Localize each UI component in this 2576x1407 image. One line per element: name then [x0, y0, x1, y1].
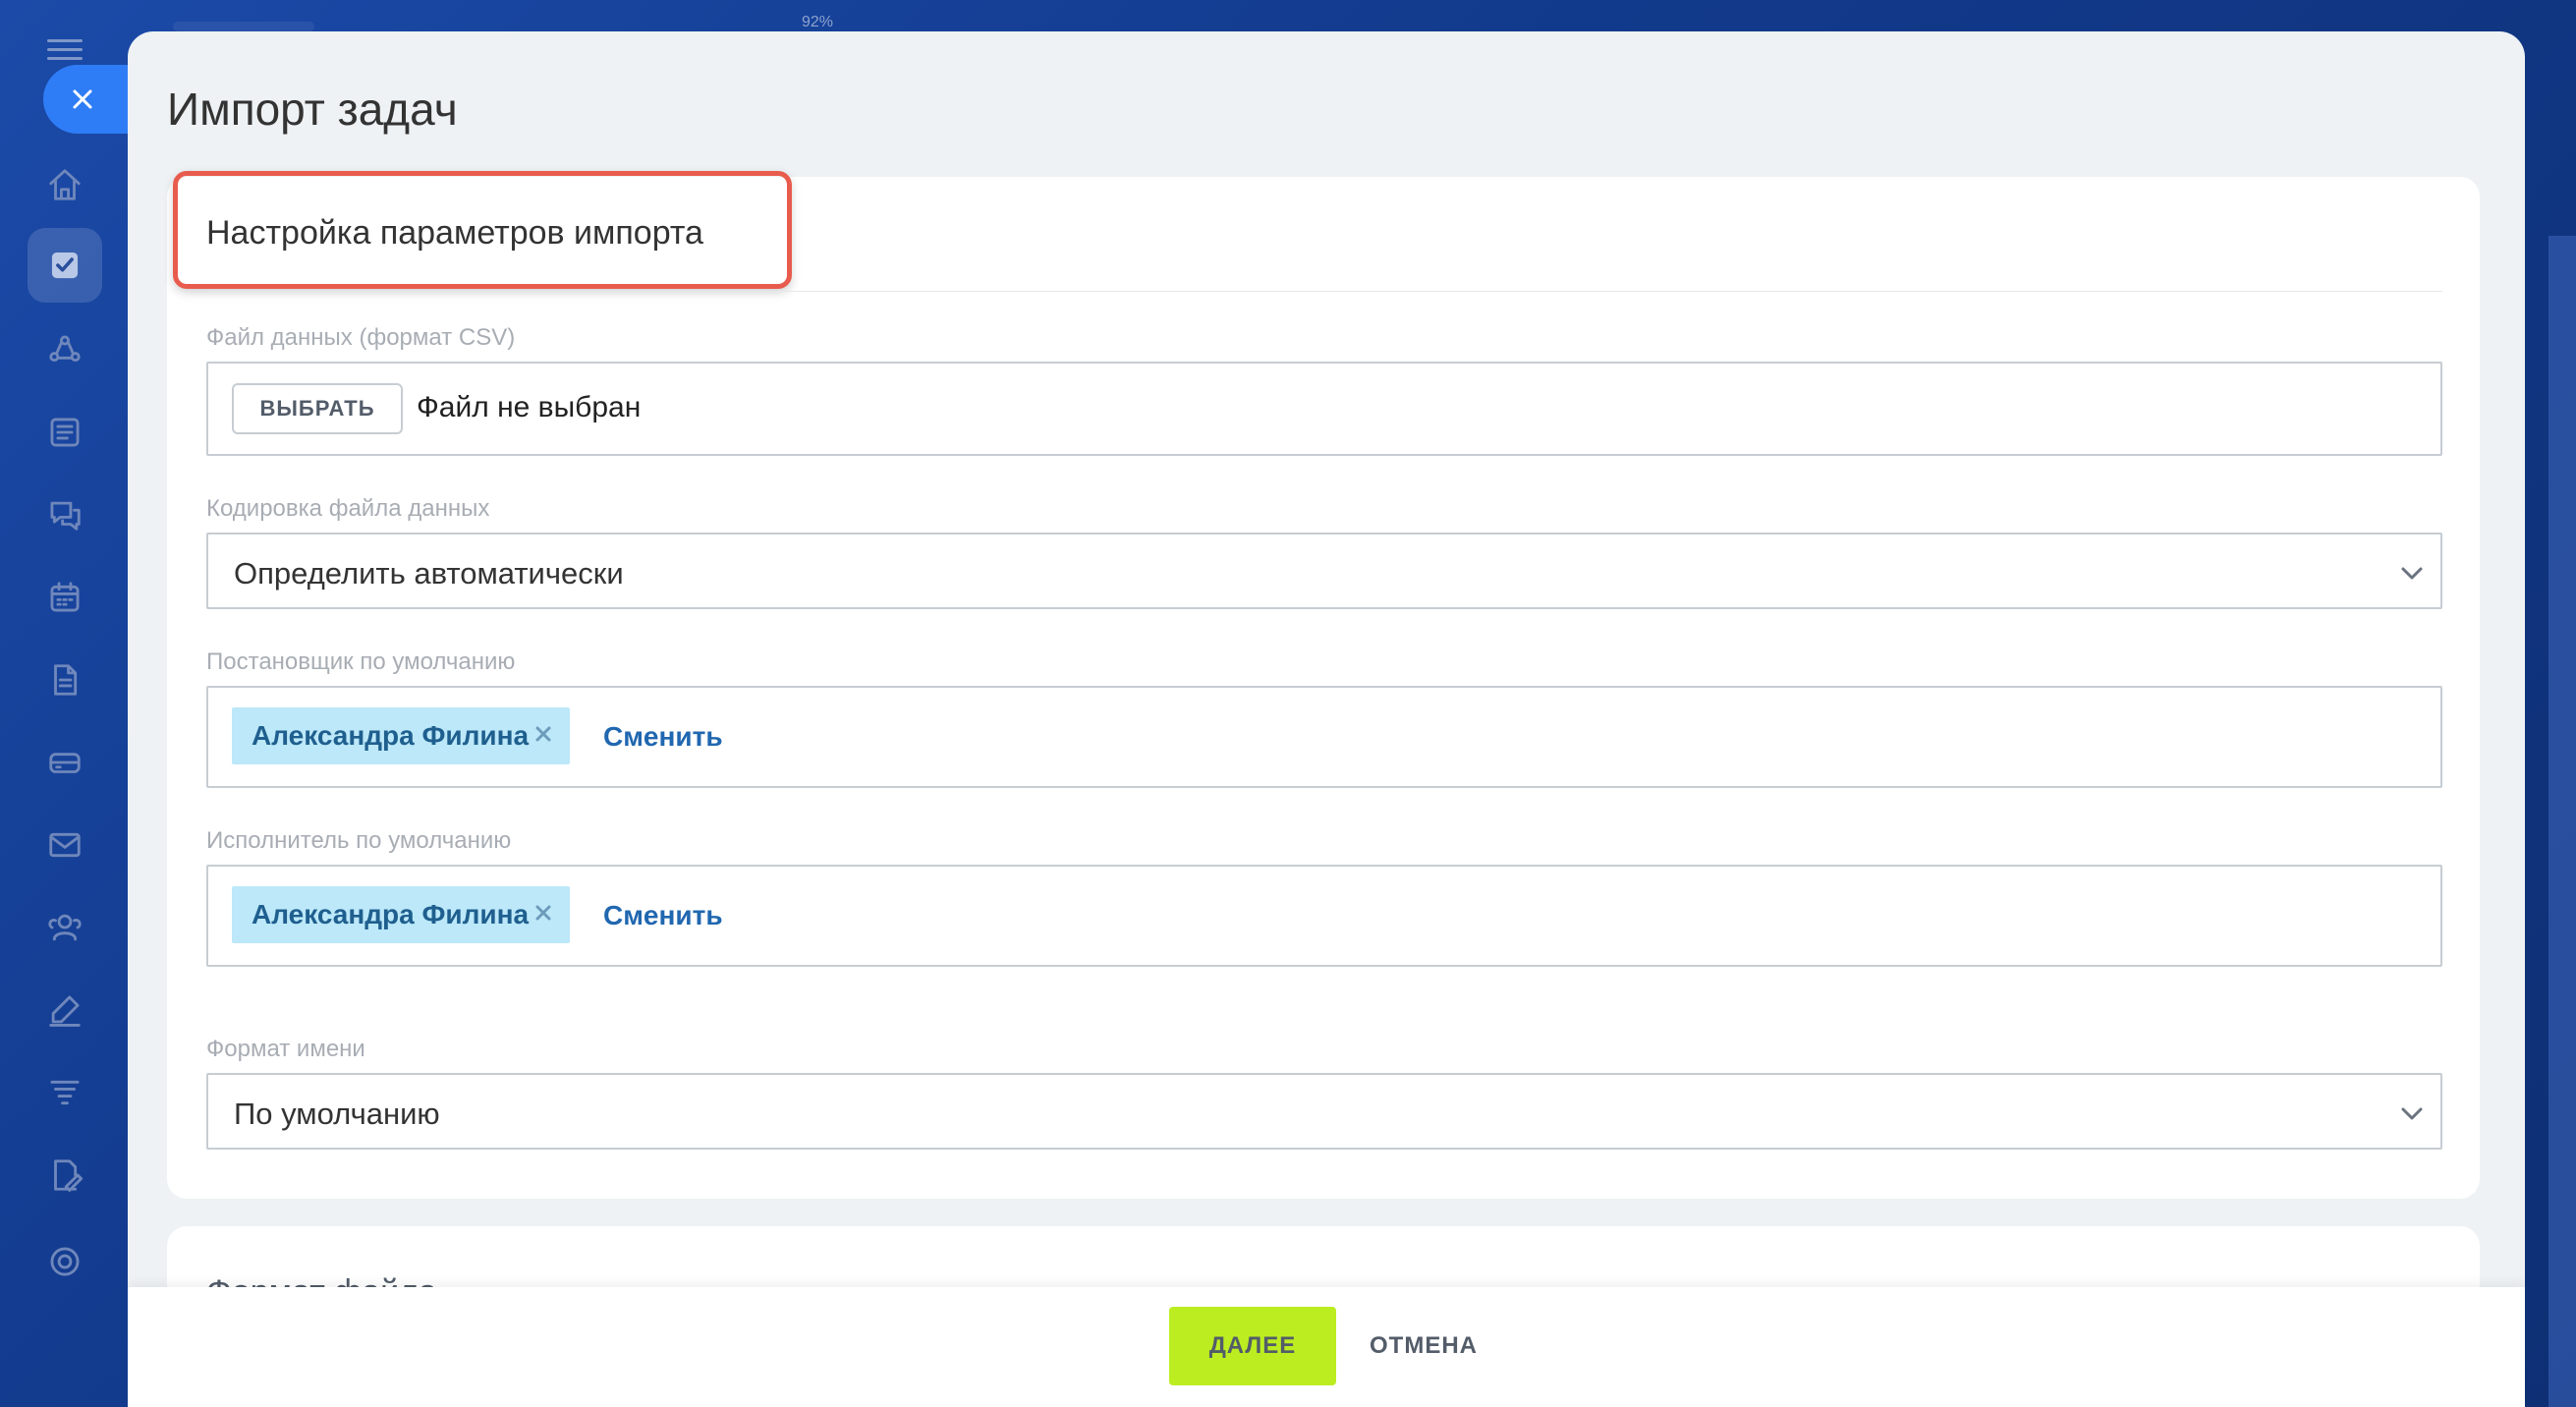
tasks-icon[interactable]	[28, 228, 102, 303]
encoding-select[interactable]: Определить автоматически	[206, 533, 2442, 609]
cancel-button[interactable]: ОТМЕНА	[1370, 1307, 1478, 1385]
crm-icon[interactable]	[41, 326, 88, 373]
sign-icon[interactable]	[41, 986, 88, 1034]
user-tag: Александра Филина	[232, 707, 570, 764]
home-icon[interactable]	[41, 161, 88, 208]
user-tag: Александра Филина	[232, 886, 570, 943]
creator-label: Постановщик по умолчанию	[206, 648, 516, 675]
file-field: ВЫБРАТЬ Файл не выбран	[206, 362, 2442, 456]
background-edge	[2548, 236, 2576, 1407]
import-settings-card: Настройка параметров импорта Файл данных…	[167, 171, 2480, 1199]
user-name: Александра Филина	[252, 899, 530, 929]
top-bar-pill	[173, 22, 314, 31]
drive-icon[interactable]	[41, 739, 88, 786]
remove-icon[interactable]	[532, 723, 554, 745]
file-field-label: Файл данных (формат CSV)	[206, 324, 516, 351]
chevron-down-icon	[2399, 560, 2425, 586]
funnel-icon[interactable]	[41, 1069, 88, 1116]
creator-field: Александра Филина Сменить	[206, 686, 2442, 788]
footer-bar: ДАЛЕЕ ОТМЕНА	[128, 1287, 2525, 1407]
import-panel: Импорт задач Настройка параметров импорт…	[128, 31, 2525, 1407]
chevron-down-icon	[2399, 1100, 2425, 1126]
mail-icon[interactable]	[41, 821, 88, 869]
feed-icon[interactable]	[41, 409, 88, 456]
name-format-label: Формат имени	[206, 1036, 365, 1062]
responsible-field: Александра Филина Сменить	[206, 865, 2442, 967]
groups-icon[interactable]	[41, 904, 88, 951]
responsible-label: Исполнитель по умолчанию	[206, 827, 512, 854]
change-responsible-link[interactable]: Сменить	[603, 900, 723, 931]
encoding-label: Кодировка файла данных	[206, 495, 490, 522]
name-format-select[interactable]: По умолчанию	[206, 1073, 2442, 1150]
settings-icon[interactable]	[41, 1238, 88, 1285]
zoom-level: 92%	[802, 14, 834, 30]
encoding-value: Определить автоматически	[234, 556, 624, 591]
close-panel-button[interactable]	[43, 65, 138, 134]
app-sidebar	[0, 0, 128, 1407]
choose-file-button[interactable]: ВЫБРАТЬ	[232, 383, 403, 434]
section-title: Настройка параметров импорта	[206, 214, 703, 252]
page-title: Импорт задач	[167, 84, 458, 135]
calendar-icon[interactable]	[41, 574, 88, 621]
close-icon	[73, 89, 92, 109]
edit-doc-icon[interactable]	[41, 1152, 88, 1199]
file-status: Файл не выбран	[417, 391, 642, 423]
name-format-value: По умолчанию	[234, 1097, 440, 1131]
divider	[206, 291, 2442, 292]
next-button[interactable]: ДАЛЕЕ	[1169, 1307, 1336, 1385]
documents-icon[interactable]	[41, 656, 88, 704]
chat-icon[interactable]	[41, 491, 88, 538]
remove-icon[interactable]	[532, 902, 554, 924]
change-creator-link[interactable]: Сменить	[603, 721, 723, 753]
menu-icon[interactable]	[47, 39, 83, 60]
user-name: Александра Филина	[252, 720, 530, 751]
